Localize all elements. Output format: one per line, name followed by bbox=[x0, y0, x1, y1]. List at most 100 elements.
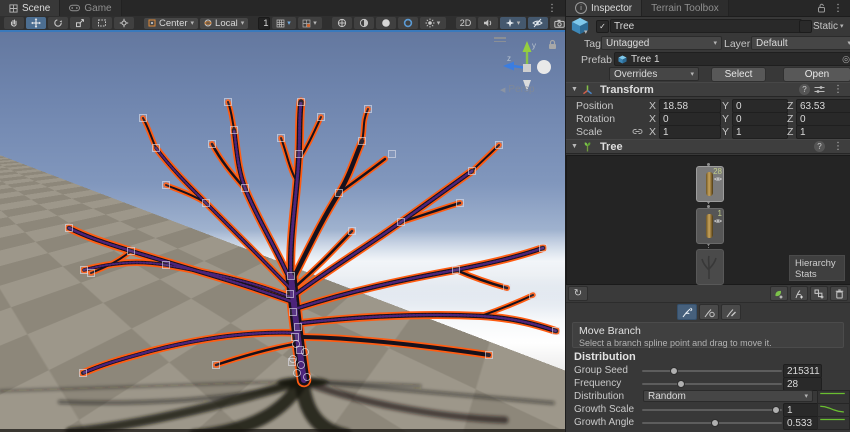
tree-component-header[interactable]: ▼ Tree ? ⋮ bbox=[566, 139, 850, 154]
tree-root-node[interactable] bbox=[696, 249, 724, 285]
growth-angle-slider[interactable] bbox=[642, 422, 782, 424]
branch-group-node-selected[interactable]: 28 bbox=[696, 166, 724, 202]
node-visibility-icon[interactable] bbox=[714, 176, 722, 182]
tree-help-icon[interactable]: ? bbox=[814, 141, 825, 152]
tree-node-canvas[interactable]: 28 1 Hierarchy Stats bbox=[566, 155, 850, 285]
frequency-value[interactable]: 28 bbox=[783, 377, 822, 391]
transform-tool-button[interactable] bbox=[114, 17, 134, 29]
scene-tab-icon bbox=[9, 4, 18, 13]
inspector-lock-icon[interactable] bbox=[817, 3, 826, 13]
rotate-branch-tool[interactable] bbox=[699, 304, 719, 320]
sun-icon bbox=[425, 18, 435, 28]
scale-link-icon[interactable] bbox=[632, 127, 643, 136]
growth-angle-curve-widget[interactable] bbox=[817, 416, 850, 430]
mode-2d-button[interactable]: 2D bbox=[456, 17, 476, 29]
draw-branch-tool[interactable] bbox=[721, 304, 741, 320]
gameobject-icon-caret[interactable]: ▾ bbox=[584, 29, 588, 36]
growth-scale-slider[interactable] bbox=[642, 409, 782, 411]
refresh-button[interactable]: ↻ bbox=[568, 286, 588, 301]
transform-foldout-icon[interactable]: ▼ bbox=[571, 86, 578, 93]
tree-foldout-icon[interactable]: ▼ bbox=[571, 143, 578, 150]
transform-header[interactable]: ▼ Transform ? ⋮ bbox=[566, 82, 850, 97]
snap-settings-dropdown[interactable]: ▾ bbox=[298, 17, 322, 29]
tab-scene[interactable]: Scene bbox=[0, 0, 60, 16]
add-branch-group-button[interactable] bbox=[790, 286, 808, 301]
distribution-curve-widget[interactable] bbox=[817, 390, 850, 404]
layer-dropdown[interactable]: Default▾ bbox=[751, 36, 850, 50]
rotation-z-field[interactable]: 0 bbox=[796, 112, 850, 126]
prefab-cube-icon bbox=[618, 55, 627, 64]
space-mode-dropdown[interactable]: Local▾ bbox=[200, 18, 248, 29]
gizmo-x-axis[interactable] bbox=[537, 60, 551, 74]
scene-effects-dropdown[interactable]: ▾ bbox=[500, 17, 526, 29]
scale-y-field[interactable]: 1 bbox=[732, 125, 788, 139]
projection-label[interactable]: ◀Persp bbox=[500, 84, 535, 95]
tree-menu-icon[interactable]: ⋮ bbox=[829, 141, 847, 152]
transform-title: Transform bbox=[600, 84, 654, 96]
prefab-open-button[interactable]: Open bbox=[783, 67, 850, 82]
shading-wireframe-button[interactable] bbox=[332, 17, 352, 29]
scale-z-field[interactable]: 1 bbox=[796, 125, 850, 139]
move-branch-tool[interactable] bbox=[677, 304, 697, 320]
move-icon bbox=[31, 18, 41, 28]
distribution-dropdown[interactable]: Random▾ bbox=[643, 390, 813, 402]
growth-scale-row: Growth Scale 1 bbox=[566, 403, 850, 416]
scene-visibility-button[interactable] bbox=[528, 17, 548, 29]
inspector-tabstrip: i Inspector Terrain Toolbox ⋮ bbox=[566, 0, 850, 17]
prefab-select-button[interactable]: Select bbox=[711, 67, 766, 82]
tab-game[interactable]: Game bbox=[60, 0, 121, 16]
tab-terrain-toolbox[interactable]: Terrain Toolbox bbox=[642, 0, 729, 16]
scene-panel-menu-icon[interactable]: ⋮ bbox=[543, 0, 561, 16]
tab-inspector[interactable]: i Inspector bbox=[566, 0, 642, 16]
position-z-field[interactable]: 63.53 bbox=[796, 99, 850, 113]
position-y-field[interactable]: 0 bbox=[732, 99, 788, 113]
transform-menu-icon[interactable]: ⋮ bbox=[829, 84, 847, 95]
transform-presets-icon[interactable] bbox=[814, 85, 825, 94]
growth-scale-curve-widget[interactable] bbox=[817, 403, 850, 417]
add-leaf-group-button[interactable] bbox=[770, 286, 788, 301]
scale-tool-button[interactable] bbox=[70, 17, 90, 29]
gizmo-y-axis[interactable] bbox=[523, 41, 532, 52]
tag-dropdown[interactable]: Untagged▾ bbox=[601, 36, 722, 50]
static-checkbox[interactable] bbox=[799, 20, 812, 33]
grid-visibility-dropdown[interactable]: ▾ bbox=[272, 17, 296, 29]
delete-node-button[interactable] bbox=[830, 286, 848, 301]
position-x-field[interactable]: 18.58 bbox=[659, 99, 721, 113]
shading-shaded-button[interactable] bbox=[376, 17, 396, 29]
name-field[interactable]: Tree bbox=[610, 19, 802, 33]
frequency-slider[interactable] bbox=[642, 383, 782, 385]
rotation-y-field[interactable]: 0 bbox=[732, 112, 788, 126]
move-tool-button[interactable] bbox=[26, 17, 46, 29]
inspector-menu-icon[interactable]: ⋮ bbox=[829, 3, 847, 14]
scene-viewport[interactable]: y z ◀Persp bbox=[0, 30, 565, 432]
branch-group-node[interactable]: 1 bbox=[696, 208, 724, 244]
hierarchy-stats-label[interactable]: Hierarchy Stats bbox=[789, 255, 845, 281]
active-checkbox[interactable]: ✓ bbox=[596, 20, 609, 33]
shading-shaded-wireframe-button[interactable] bbox=[354, 17, 374, 29]
pivot-mode-dropdown[interactable]: Center▾ bbox=[144, 18, 198, 29]
node-visibility-icon[interactable] bbox=[714, 218, 722, 224]
group-seed-value[interactable]: 215311 bbox=[783, 364, 822, 378]
layer-label: Layer bbox=[724, 38, 750, 50]
scene-tabstrip: Scene Game ⋮ bbox=[0, 0, 565, 17]
overrides-dropdown[interactable]: Overrides▾ bbox=[609, 67, 699, 81]
hand-tool-button[interactable] bbox=[4, 17, 24, 29]
branch-thumbnail bbox=[706, 214, 713, 238]
transform-help-icon[interactable]: ? bbox=[799, 84, 810, 95]
rotate-tool-button[interactable] bbox=[48, 17, 68, 29]
static-dropdown-caret[interactable]: ▾ bbox=[840, 23, 844, 30]
rect-tool-button[interactable] bbox=[92, 17, 112, 29]
tool-info-title: Move Branch bbox=[579, 325, 837, 337]
scale-x-field[interactable]: 1 bbox=[659, 125, 721, 139]
gizmo-lock-icon[interactable] bbox=[549, 41, 556, 50]
prefab-picker-icon[interactable]: ◎ bbox=[842, 54, 850, 65]
scene-light-dropdown[interactable]: ▾ bbox=[420, 17, 446, 29]
rotation-x-field[interactable]: 0 bbox=[659, 112, 721, 126]
tree-model[interactable] bbox=[0, 32, 565, 432]
group-seed-slider[interactable] bbox=[642, 370, 782, 372]
prefab-field[interactable]: Tree 1 ◎ bbox=[614, 52, 850, 66]
add-node-button[interactable] bbox=[810, 286, 828, 301]
scene-audio-button[interactable] bbox=[478, 17, 498, 29]
grid-snap-size-field[interactable]: 1 bbox=[258, 17, 269, 30]
scene-lighting-button[interactable] bbox=[398, 17, 418, 29]
